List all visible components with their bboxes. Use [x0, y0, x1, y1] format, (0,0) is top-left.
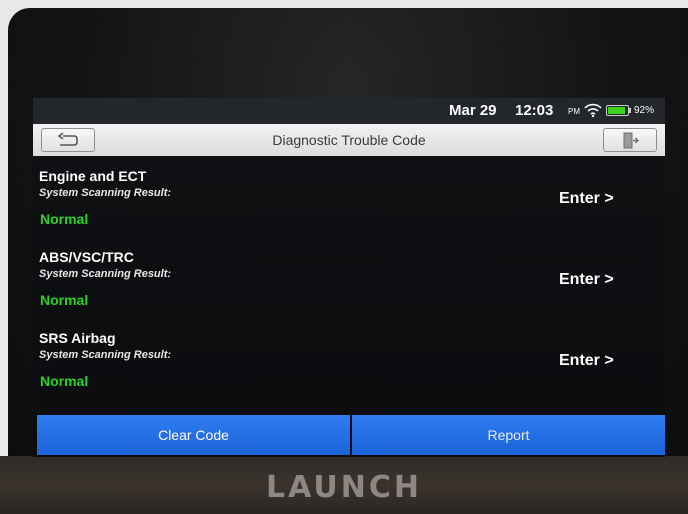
- scan-result-label: System Scanning Result:: [39, 268, 172, 280]
- system-name: SRS Airbag: [39, 330, 116, 346]
- enter-button-abs[interactable]: Enter >: [555, 269, 618, 291]
- enter-button-engine[interactable]: Enter >: [555, 188, 618, 210]
- wifi-icon: [584, 102, 602, 122]
- system-row-engine: Engine and ECT System Scanning Result: N…: [33, 168, 665, 246]
- report-button[interactable]: Report: [352, 415, 665, 455]
- scan-result-label: System Scanning Result:: [39, 187, 172, 199]
- battery-percent: 92%: [634, 105, 655, 116]
- exit-door-icon: [623, 132, 639, 149]
- brand-logo: LAUNCH: [265, 470, 422, 505]
- battery-icon: [606, 105, 629, 116]
- system-name: Engine and ECT: [39, 168, 147, 184]
- status-time: 12:03: [515, 102, 554, 119]
- status-ampm: PM: [568, 107, 580, 116]
- screen: Mar 29 12:03 PM 92% Diagnostic Trouble C…: [33, 98, 665, 457]
- scan-result-status: Normal: [40, 373, 89, 389]
- system-row-srs: SRS Airbag System Scanning Result: Norma…: [33, 330, 665, 408]
- page-title: Diagnostic Trouble Code: [272, 132, 426, 148]
- clear-code-button[interactable]: Clear Code: [37, 415, 350, 455]
- exit-button[interactable]: [603, 128, 657, 152]
- action-bar: Clear Code Report: [33, 415, 665, 457]
- battery-level: [608, 107, 626, 114]
- battery-terminal: [629, 108, 631, 113]
- device-photo: LAUNCH Mar 29 12:03 PM 92% Diagnostic Tr…: [0, 0, 688, 514]
- system-name: ABS/VSC/TRC: [39, 249, 134, 265]
- scan-result-status: Normal: [40, 292, 89, 308]
- status-bar: Mar 29 12:03 PM 92%: [33, 98, 665, 124]
- title-bar: Diagnostic Trouble Code: [33, 124, 665, 156]
- status-date: Mar 29: [449, 102, 497, 119]
- system-row-abs: ABS/VSC/TRC System Scanning Result: Norm…: [33, 249, 665, 327]
- scan-result-label: System Scanning Result:: [39, 349, 172, 361]
- scan-result-status: Normal: [40, 211, 89, 227]
- enter-button-srs[interactable]: Enter >: [555, 350, 618, 372]
